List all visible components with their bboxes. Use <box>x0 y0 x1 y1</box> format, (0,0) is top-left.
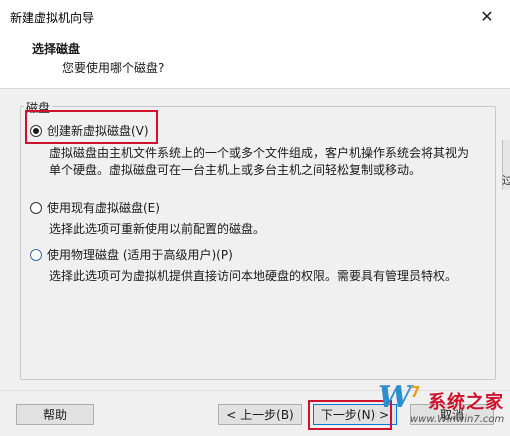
help-button[interactable]: 帮助 <box>16 404 94 425</box>
radio-use-existing-disk[interactable] <box>30 201 42 214</box>
watermark-logo-7: 7 <box>410 383 421 401</box>
page-subtitle: 您要使用哪个磁盘? <box>62 61 165 75</box>
option-use-existing-disk[interactable]: 使用现有虚拟磁盘(E) <box>30 199 160 216</box>
watermark-logo-w: W <box>378 380 412 415</box>
watermark-url: www.Winwin7.com <box>410 414 505 425</box>
desc-line: 虚拟磁盘由主机文件系统上的一个或多个文件组成，客户机操作系统会将其视为 <box>49 146 470 160</box>
wizard-window: 新建虚拟机向导 ✕ 选择磁盘 您要使用哪个磁盘? 磁盘 创建新虚拟磁盘(V) 虚… <box>0 0 510 436</box>
close-icon[interactable]: ✕ <box>464 0 510 32</box>
option-use-physical-disk-desc: 选择此选项可为虚拟机提供直接访问本地硬盘的权限。需要具有管理员特权。 <box>49 269 458 283</box>
page-title: 选择磁盘 <box>32 42 81 56</box>
title-bar: 新建虚拟机向导 ✕ <box>0 0 510 32</box>
back-button[interactable]: < 上一步(B) <box>218 404 302 425</box>
option-use-existing-disk-label: 使用现有虚拟磁盘(E) <box>47 201 160 215</box>
background-window-text: 过 <box>502 174 510 187</box>
window-title: 新建虚拟机向导 <box>10 11 95 25</box>
option-use-existing-disk-desc: 选择此选项可重新使用以前配置的磁盘。 <box>49 222 266 236</box>
option-use-physical-disk[interactable]: 使用物理磁盘 (适用于高级用户)(P) <box>30 246 233 263</box>
option-create-new-disk-desc: 虚拟磁盘由主机文件系统上的一个或多个文件组成，客户机操作系统会将其视为 单个硬盘… <box>49 145 469 179</box>
highlight-box-create <box>25 110 158 144</box>
watermark-brand: 系统之家 <box>428 392 504 413</box>
desc-line: 单个硬盘。虚拟磁盘可在一台主机上或多台主机之间轻松复制或移动。 <box>49 163 422 177</box>
radio-use-physical-disk[interactable] <box>30 248 42 261</box>
option-use-physical-disk-label: 使用物理磁盘 (适用于高级用户)(P) <box>47 248 233 262</box>
wizard-header: 选择磁盘 您要使用哪个磁盘? <box>0 32 510 89</box>
